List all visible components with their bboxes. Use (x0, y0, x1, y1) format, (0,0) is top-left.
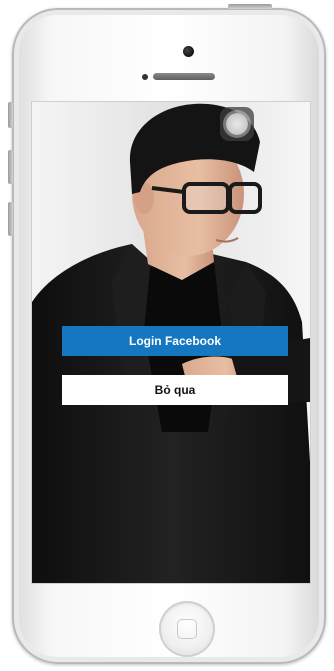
proximity-sensor (142, 74, 148, 80)
skip-button[interactable]: Bỏ qua (62, 375, 288, 405)
volume-down-button (8, 202, 13, 236)
login-facebook-button[interactable]: Login Facebook (62, 326, 288, 356)
volume-up-button (8, 150, 13, 184)
assistive-touch-dot (226, 113, 248, 135)
mute-switch (8, 102, 13, 128)
home-square-icon (177, 619, 197, 639)
earpiece-speaker (153, 73, 215, 80)
front-camera (183, 46, 194, 57)
app-screen: Login Facebook Bỏ qua (32, 102, 310, 583)
power-button (228, 4, 272, 9)
assistive-touch-icon[interactable] (220, 107, 254, 141)
home-button-icon[interactable] (159, 601, 215, 657)
